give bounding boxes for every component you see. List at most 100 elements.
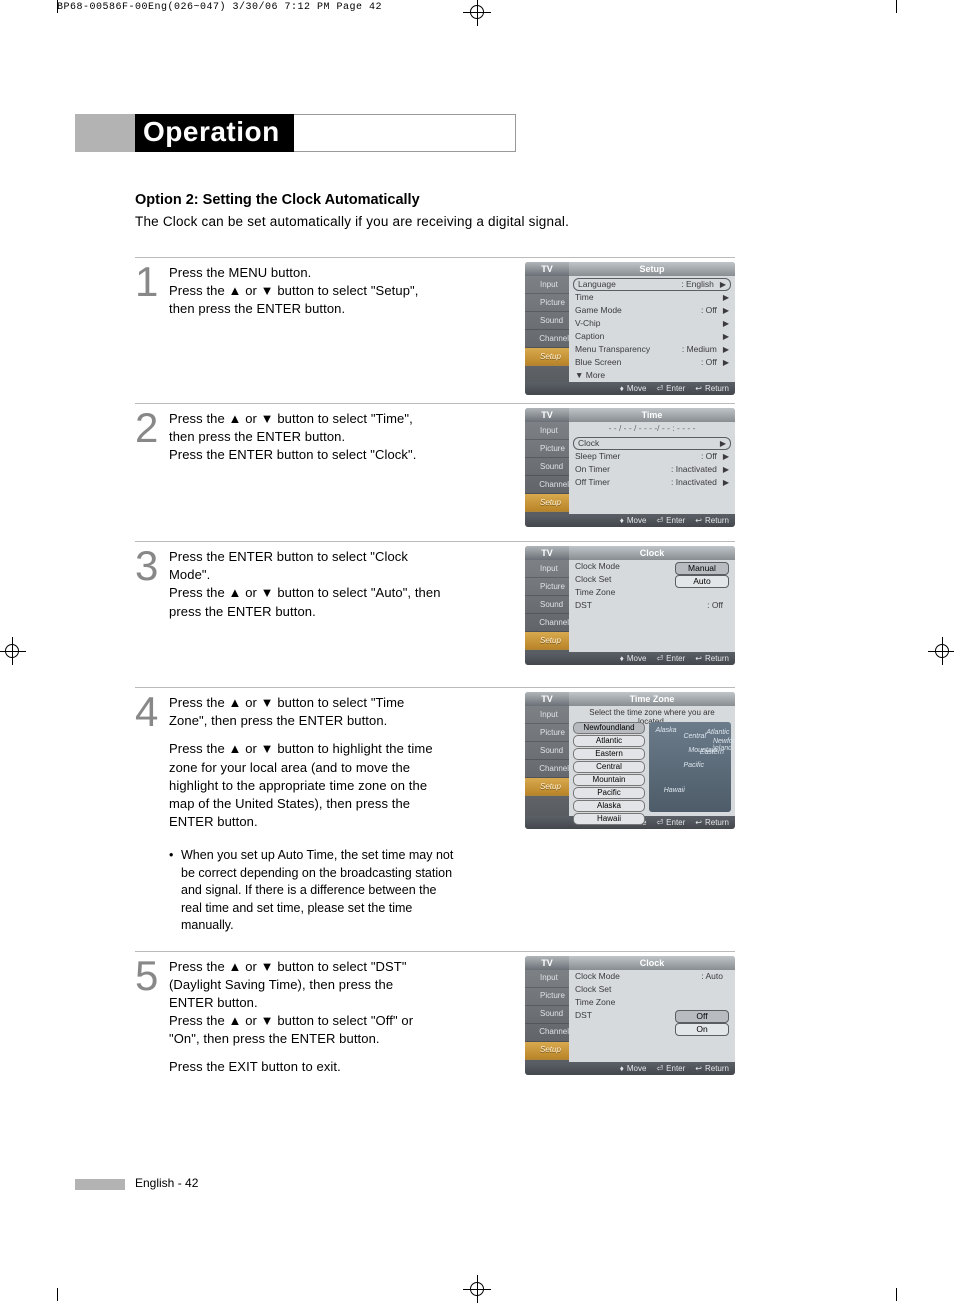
osd-screenshot: TV Clock Input Picture Sound Channel Set… <box>525 546 735 665</box>
print-header: BP68-00586F-00Eng(026~047) 3/30/06 7:12 … <box>57 2 382 13</box>
osd-tab-setup: Setup <box>525 348 569 366</box>
osd-enter-hint: ⏎Enter <box>656 1062 685 1075</box>
osd-tab-input: Input <box>525 970 569 988</box>
osd-tab-picture: Picture <box>525 724 569 742</box>
osd-tab-setup: Setup <box>525 778 569 796</box>
osd-option: Off <box>675 1010 729 1023</box>
osd-return-hint: ↩Return <box>695 382 729 395</box>
osd-move-hint: ♦Move <box>620 382 647 395</box>
chevron-right-icon: ▶ <box>723 343 729 356</box>
osd-option: Auto <box>675 575 729 588</box>
osd-tab-setup: Setup <box>525 494 569 512</box>
step-text-line: Press the ▲ or ▼ button to select "Off" … <box>169 1012 441 1048</box>
osd-row-label: Time Zone <box>575 996 615 1009</box>
osd-row: Game Mode : Off ▶ <box>569 304 735 317</box>
osd-body: Input Picture Sound Channel Setup - - / … <box>525 422 735 514</box>
osd-row-value: : Medium <box>682 343 717 356</box>
osd-move-hint: ♦Move <box>620 514 647 527</box>
timezone-option: Central <box>573 761 645 773</box>
osd-move-hint: ♦Move <box>620 652 647 665</box>
osd-row: Caption ▶ <box>569 330 735 343</box>
chevron-right-icon: ▶ <box>723 463 729 476</box>
osd-enter-hint: ⏎Enter <box>656 652 685 665</box>
osd-footer: ♦Move ⏎Enter ↩Return <box>525 1062 735 1075</box>
step-3: 3 Press the ENTER button to select "Cloc… <box>135 541 735 679</box>
osd-row-label: Time Zone <box>575 586 615 599</box>
timezone-option: Eastern <box>573 748 645 760</box>
map-label: Newfound-\nland <box>713 738 735 752</box>
osd-tv-label: TV <box>525 408 569 422</box>
map-label: Hawaii <box>664 787 685 794</box>
step-text-line: Press the ▲ or ▼ button to select "DST"(… <box>169 958 441 1013</box>
osd-row-label: Caption <box>575 330 604 343</box>
osd-row: Clock ▶ <box>573 437 731 450</box>
osd-body: Input Picture Sound Channel Setup Clock … <box>525 970 735 1062</box>
osd-row-value: : Auto <box>701 970 723 983</box>
osd-tv-label: TV <box>525 956 569 970</box>
osd-main: - - / - - / - - - -/ - - : - - - - Clock… <box>569 422 735 514</box>
section-title-bar: Operation <box>75 114 516 152</box>
title-trail <box>294 114 516 152</box>
osd-body: Input Picture Sound Channel Setup Langua… <box>525 276 735 382</box>
osd-header: TV Clock <box>525 546 735 560</box>
registration-mark-right <box>928 637 954 665</box>
osd-tab-sound: Sound <box>525 458 569 476</box>
timezone-list: NewfoundlandAtlanticEasternCentralMounta… <box>573 722 645 826</box>
step-text: Press the MENU button.Press the ▲ or ▼ b… <box>169 264 441 319</box>
osd-return-hint: ↩Return <box>695 652 729 665</box>
osd-screenshot: TV Time Zone Input Picture Sound Channel… <box>525 692 735 829</box>
option-heading: Option 2: Setting the Clock Automaticall… <box>135 192 735 208</box>
map-label: Alaska <box>656 727 677 734</box>
osd-header: TV Time Zone <box>525 692 735 706</box>
osd-row-value: : Off <box>701 304 717 317</box>
osd-sidebar: Input Picture Sound Channel Setup <box>525 706 569 816</box>
osd-row-label: Clock Set <box>575 573 611 586</box>
page: Operation Option 2: Setting the Clock Au… <box>57 14 897 1286</box>
timezone-option: Atlantic <box>573 735 645 747</box>
step-number: 3 <box>135 548 169 584</box>
osd-tab-picture: Picture <box>525 440 569 458</box>
step-number: 2 <box>135 410 169 446</box>
osd-tab-picture: Picture <box>525 294 569 312</box>
osd-tab-picture: Picture <box>525 578 569 596</box>
osd-title: Time Zone <box>569 692 735 706</box>
osd-body: Input Picture Sound Channel Setup Clock … <box>525 560 735 652</box>
step-text-line: Press the ENTER button to select "Clock"… <box>169 446 441 464</box>
osd-sidebar: Input Picture Sound Channel Setup <box>525 970 569 1062</box>
osd-row: Time ▶ <box>569 291 735 304</box>
osd-title: Clock <box>569 956 735 970</box>
content-area: Option 2: Setting the Clock Automaticall… <box>135 192 735 1095</box>
chevron-right-icon: ▶ <box>723 317 729 330</box>
timezone-option: Alaska <box>573 800 645 812</box>
chevron-right-icon: ▶ <box>720 438 726 449</box>
osd-row: Menu Transparency : Medium ▶ <box>569 343 735 356</box>
osd-move-hint: ♦Move <box>620 1062 647 1075</box>
osd-return-hint: ↩Return <box>695 1062 729 1075</box>
osd-row-value: : Off <box>701 450 717 463</box>
step-text-line: Press the ▲ or ▼ button to highlight the… <box>169 740 441 831</box>
step-text-line: Press the MENU button. <box>169 264 441 282</box>
osd-tab-input: Input <box>525 706 569 724</box>
osd-title: Setup <box>569 262 735 276</box>
osd-footer: ♦Move ⏎Enter ↩Return <box>525 514 735 527</box>
osd-row-label: Clock Mode <box>575 970 620 983</box>
step-number: 5 <box>135 958 169 994</box>
registration-mark-left <box>0 637 26 665</box>
osd-row: Clock Set <box>569 983 735 996</box>
osd-row-label: Menu Transparency <box>575 343 650 356</box>
osd-row: Off Timer : Inactivated ▶ <box>569 476 735 489</box>
osd-tab-sound: Sound <box>525 596 569 614</box>
osd-tab-picture: Picture <box>525 988 569 1006</box>
osd-tab-sound: Sound <box>525 742 569 760</box>
chevron-right-icon: ▶ <box>720 279 726 290</box>
osd-main: Select the time zone where you are locat… <box>569 706 735 816</box>
osd-tab-channel: Channel <box>525 760 569 778</box>
timezone-option: Pacific <box>573 787 645 799</box>
osd-tab-channel: Channel <box>525 330 569 348</box>
osd-tab-setup: Setup <box>525 1042 569 1060</box>
osd-header: TV Clock <box>525 956 735 970</box>
osd-row: V-Chip ▶ <box>569 317 735 330</box>
osd-sidebar: Input Picture Sound Channel Setup <box>525 560 569 652</box>
osd-clock-readout: - - / - - / - - - -/ - - : - - - - <box>569 422 735 435</box>
option-subtext: The Clock can be set automatically if yo… <box>135 214 735 229</box>
